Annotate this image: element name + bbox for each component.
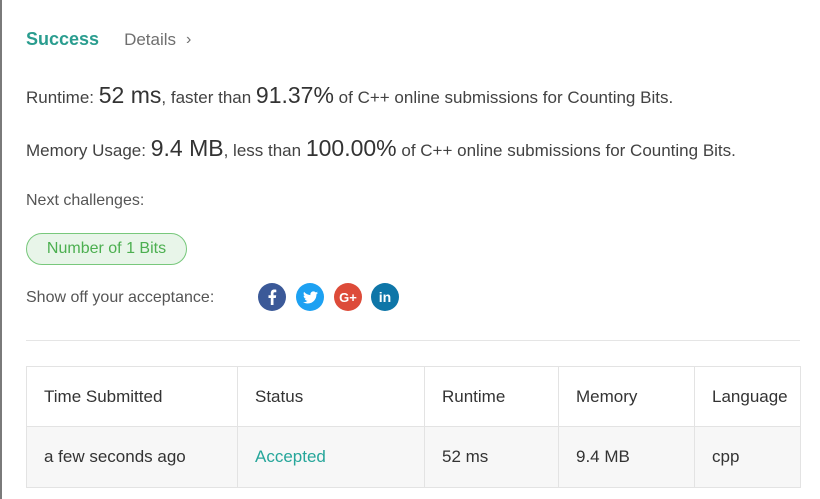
column-header-runtime: Runtime: [424, 366, 559, 427]
left-border: [0, 0, 2, 499]
memory-label: Memory Usage:: [26, 141, 146, 160]
cell-status-accepted-link[interactable]: Accepted: [237, 426, 425, 488]
cell-memory: 9.4 MB: [558, 426, 695, 488]
chevron-right-icon: ›: [186, 30, 192, 48]
next-challenge-pill[interactable]: Number of 1 Bits: [26, 233, 187, 265]
linkedin-glyph: in: [378, 289, 392, 305]
share-label: Show off your acceptance:: [26, 289, 215, 306]
runtime-comparison-text: , faster than: [161, 88, 252, 107]
google-plus-icon[interactable]: G+: [334, 283, 362, 311]
submissions-table: Time Submitted Status Runtime Memory Lan…: [26, 366, 801, 488]
success-status: Success: [26, 29, 100, 49]
table-header-row: Time Submitted Status Runtime Memory Lan…: [26, 366, 801, 427]
column-header-time-submitted: Time Submitted: [26, 366, 238, 427]
memory-percentile: 100.00%: [305, 135, 397, 161]
cell-time-submitted: a few seconds ago: [26, 426, 238, 488]
google-plus-glyph: G+: [339, 289, 357, 305]
column-header-language: Language: [694, 366, 801, 427]
result-header: Success Details ›: [26, 29, 191, 50]
memory-comparison-text: , less than: [223, 141, 302, 160]
twitter-glyph: [302, 290, 318, 303]
cell-runtime: 52 ms: [424, 426, 559, 488]
column-header-memory: Memory: [558, 366, 695, 427]
memory-line: Memory Usage: 9.4 MB, less than 100.00% …: [26, 135, 736, 162]
facebook-icon[interactable]: [258, 283, 286, 311]
cell-language: cpp: [694, 426, 801, 488]
runtime-suffix: of C++ online submissions for Counting B…: [338, 88, 674, 107]
runtime-label: Runtime:: [26, 88, 95, 107]
runtime-percentile: 91.37%: [255, 82, 334, 108]
next-challenges-label: Next challenges:: [26, 192, 145, 209]
memory-suffix: of C++ online submissions for Counting B…: [401, 141, 736, 160]
table-row: a few seconds ago Accepted 52 ms 9.4 MB …: [26, 426, 801, 488]
column-header-status: Status: [237, 366, 425, 427]
runtime-line: Runtime: 52 ms, faster than 91.37% of C+…: [26, 82, 673, 109]
details-link[interactable]: Details ›: [124, 30, 191, 50]
section-divider: [26, 340, 800, 341]
runtime-value: 52 ms: [98, 82, 162, 108]
linkedin-icon[interactable]: in: [371, 283, 399, 311]
details-label: Details: [124, 29, 177, 49]
facebook-glyph: [268, 289, 277, 305]
twitter-icon[interactable]: [296, 283, 324, 311]
memory-value: 9.4 MB: [150, 135, 224, 161]
